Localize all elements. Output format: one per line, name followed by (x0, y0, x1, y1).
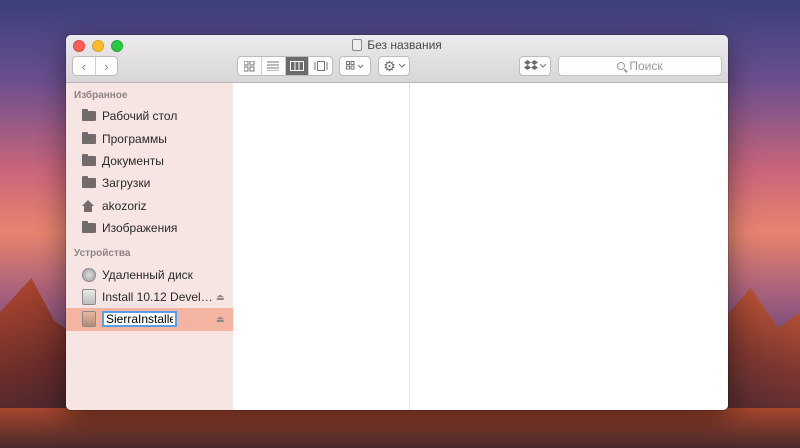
dropbox-icon (524, 60, 538, 70)
navigation-group: ‹ › (72, 56, 118, 76)
sidebar-item-label: akozoriz (102, 198, 147, 213)
folder-icon (82, 221, 96, 234)
sidebar-item-desktop[interactable]: Рабочий стол (66, 105, 233, 127)
column-browser[interactable] (233, 83, 728, 410)
column-view-button[interactable] (284, 57, 309, 75)
drive-icon (82, 311, 96, 328)
home-icon (82, 199, 94, 212)
icon-view-icon (243, 60, 255, 71)
window-title: Без названия (66, 38, 728, 52)
sidebar-item-label: Изображения (102, 221, 178, 236)
chevron-down-icon (540, 64, 546, 68)
arrange-button[interactable] (339, 56, 371, 76)
eject-icon[interactable]: ⏏ (216, 292, 225, 301)
drive-icon (82, 288, 96, 305)
folder-icon (82, 176, 96, 189)
sidebar-item-downloads[interactable]: Загрузки (66, 172, 233, 194)
cover-flow-icon (314, 61, 328, 71)
sidebar-item-sierra-installer[interactable]: ⏏ (66, 308, 233, 331)
sidebar-item-label: Документы (102, 153, 164, 168)
search-icon (617, 62, 626, 70)
forward-button[interactable]: › (94, 57, 118, 75)
sidebar-item-pictures[interactable]: Изображения (66, 217, 233, 239)
view-mode-group (237, 56, 333, 76)
sidebar-item-label: Программы (102, 131, 167, 146)
back-button[interactable]: ‹ (73, 57, 95, 75)
eject-icon[interactable]: ⏏ (216, 315, 225, 324)
drive-icon (352, 39, 363, 51)
remote-disc-icon (82, 267, 96, 282)
dropbox-button[interactable] (519, 56, 551, 76)
list-view-button[interactable] (260, 57, 285, 75)
gallery-view-button[interactable] (308, 57, 332, 75)
window-title-text: Без названия (367, 38, 442, 52)
sidebar-item-applications[interactable]: Программы (66, 127, 233, 149)
sidebar-item-label: Рабочий стол (102, 109, 178, 124)
sidebar-item-label: Загрузки (102, 176, 151, 191)
action-menu-button[interactable]: ⚙ (378, 56, 410, 76)
sidebar-item-home[interactable]: akozoriz (66, 195, 233, 217)
folder-icon (82, 131, 96, 144)
search-placeholder: Поиск (629, 59, 663, 73)
wallpaper-mountain-base (0, 408, 800, 448)
devices-header: Устройства (74, 248, 131, 260)
titlebar[interactable]: Без названия ‹ › ⚙ Поиск (66, 35, 728, 83)
sidebar: Избранное Рабочий стол Программы Докумен… (66, 83, 234, 410)
sidebar-item-label: Install 10.12 Devel… (102, 289, 213, 304)
sidebar-item-label: Удаленный диск (102, 267, 193, 282)
chevron-down-icon (398, 64, 405, 68)
column-view-icon (289, 61, 304, 71)
rename-field[interactable] (102, 311, 177, 328)
gear-icon: ⚙ (383, 58, 396, 74)
arrange-grid-icon (346, 61, 364, 70)
sidebar-item-install-volume[interactable]: Install 10.12 Devel… ⏏ (66, 286, 233, 308)
search-field[interactable]: Поиск (558, 56, 722, 76)
list-view-icon (267, 61, 280, 71)
sidebar-item-documents[interactable]: Документы (66, 150, 233, 172)
icon-view-button[interactable] (238, 57, 261, 75)
column-divider[interactable] (409, 83, 410, 410)
folder-icon (82, 153, 96, 166)
finder-window: Без названия ‹ › ⚙ Поиск Избранное Рабоч… (66, 35, 728, 410)
sidebar-item-remote-disc[interactable]: Удаленный диск (66, 263, 233, 285)
folder-icon (82, 109, 96, 122)
favorites-header: Избранное (74, 90, 128, 101)
